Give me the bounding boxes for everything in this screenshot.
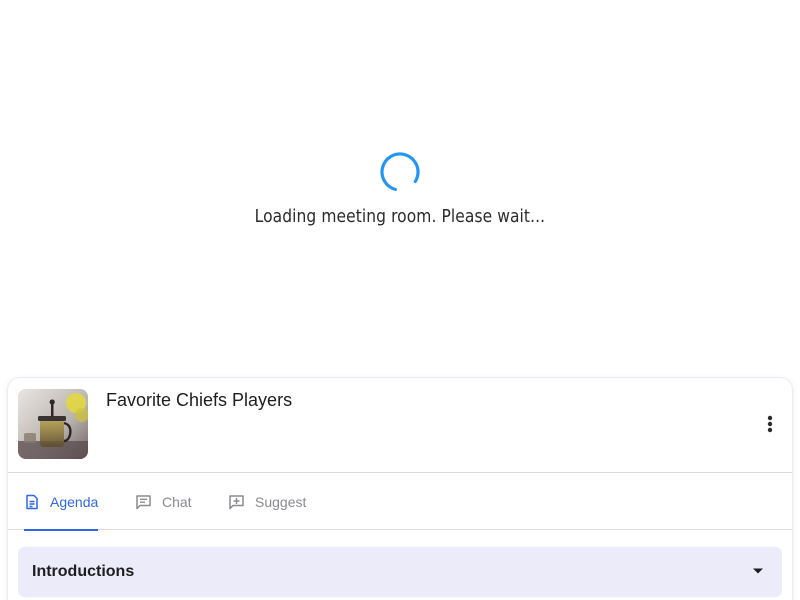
add-box-icon [228, 494, 245, 510]
chat-icon [135, 494, 152, 510]
tab-chat[interactable]: Chat [135, 473, 192, 530]
card-header: Favorite Chiefs Players [8, 378, 792, 473]
document-icon [24, 494, 40, 510]
loading-message: Loading meeting room. Please wait... [254, 206, 546, 227]
french-press-photo-icon [18, 389, 88, 459]
room-title: Favorite Chiefs Players [106, 390, 293, 410]
caret-down-icon[interactable] [752, 567, 764, 575]
tab-agenda-label: Agenda [50, 493, 99, 510]
tab-suggest-label: Suggest [255, 493, 307, 510]
room-thumbnail [18, 389, 88, 459]
tab-chat-label: Chat [162, 493, 192, 510]
meeting-room-card: Favorite Chiefs Players Agenda Chat Sugg… [8, 378, 792, 600]
loading-spinner-icon [380, 152, 420, 192]
agenda-item-label: Introductions [32, 563, 135, 580]
more-options-button[interactable] [758, 411, 782, 437]
room-tabs: Agenda Chat Suggest [8, 473, 792, 531]
tab-suggest[interactable]: Suggest [228, 473, 306, 530]
tab-agenda[interactable]: Agenda [24, 473, 99, 531]
loading-panel: Loading meeting room. Please wait... [0, 150, 800, 227]
agenda-item[interactable]: Introductions [18, 547, 782, 597]
more-vertical-icon [767, 415, 773, 433]
